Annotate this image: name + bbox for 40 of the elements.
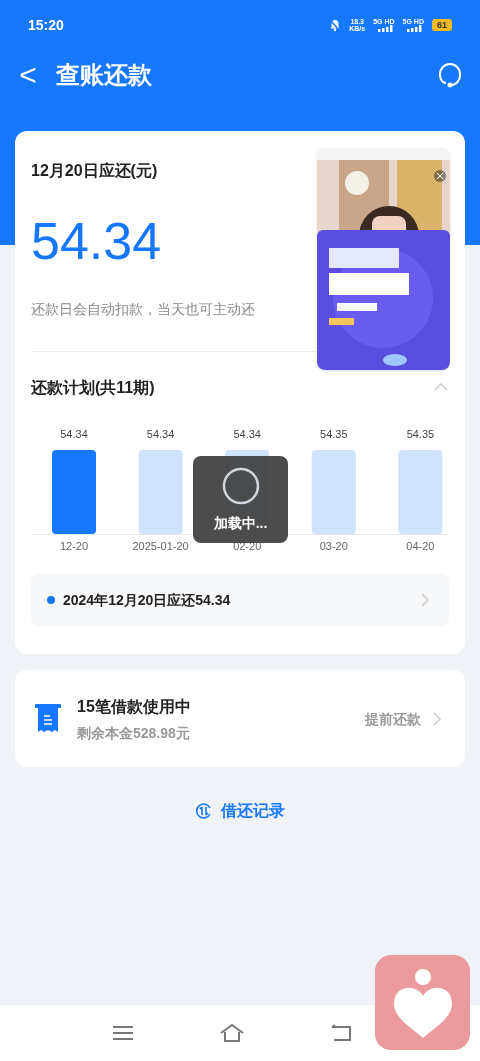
plan-title: 还款计划(共11期) <box>31 378 155 398</box>
spinner-icon <box>221 466 260 505</box>
loans-subtitle: 剩余本金528.98元 <box>77 723 191 743</box>
bar-value: 54.34 <box>233 428 261 440</box>
loans-title: 15笔借款使用中 <box>77 696 192 717</box>
bar-label: 2025-01-20 <box>132 540 189 552</box>
heart-person-icon <box>391 967 454 1038</box>
bar-value: 54.34 <box>60 428 88 440</box>
bar[interactable] <box>398 450 443 534</box>
loading-text: 加载中... <box>213 513 268 533</box>
bar-label: 04-20 <box>406 540 435 552</box>
due-amount: 54.34 <box>31 215 163 267</box>
prepay-link: 提前还款 <box>365 709 421 729</box>
due-note: 还款日会自动扣款，当天也可主动还 <box>31 300 256 319</box>
page-title: 查账还款 <box>56 60 152 90</box>
battery-indicator: 61 <box>432 19 452 31</box>
close-icon <box>437 173 443 179</box>
summary-text: 2024年12月20日应还54.34 <box>63 591 231 610</box>
back-nav-icon[interactable] <box>330 1024 352 1042</box>
bar[interactable] <box>138 450 183 534</box>
close-button[interactable] <box>434 170 446 182</box>
records-link[interactable]: 借还记录 <box>195 799 285 823</box>
back-button[interactable]: < <box>16 60 40 90</box>
floating-app-button[interactable] <box>375 955 470 1050</box>
bar-label: 12-20 <box>59 540 89 552</box>
due-label: 12月20日应还(元) <box>31 161 158 181</box>
receipt-icon <box>35 703 61 734</box>
bar[interactable] <box>311 450 356 534</box>
bell-off-icon <box>329 18 342 32</box>
swap-circle-icon <box>195 802 213 820</box>
menu-icon[interactable] <box>112 1025 134 1041</box>
loans-card[interactable]: 15笔借款使用中 剩余本金528.98元 提前还款 <box>15 670 465 767</box>
home-icon[interactable] <box>219 1023 245 1043</box>
summary-row[interactable]: 2024年12月20日应还54.34 <box>31 574 449 626</box>
status-time: 15:20 <box>28 16 64 35</box>
bar-value: 54.35 <box>320 428 348 440</box>
bar-value: 54.34 <box>146 428 175 440</box>
bar-label: 02-20 <box>233 540 262 552</box>
bar-label: 03-20 <box>319 540 348 552</box>
bar-value: 54.35 <box>406 428 435 440</box>
